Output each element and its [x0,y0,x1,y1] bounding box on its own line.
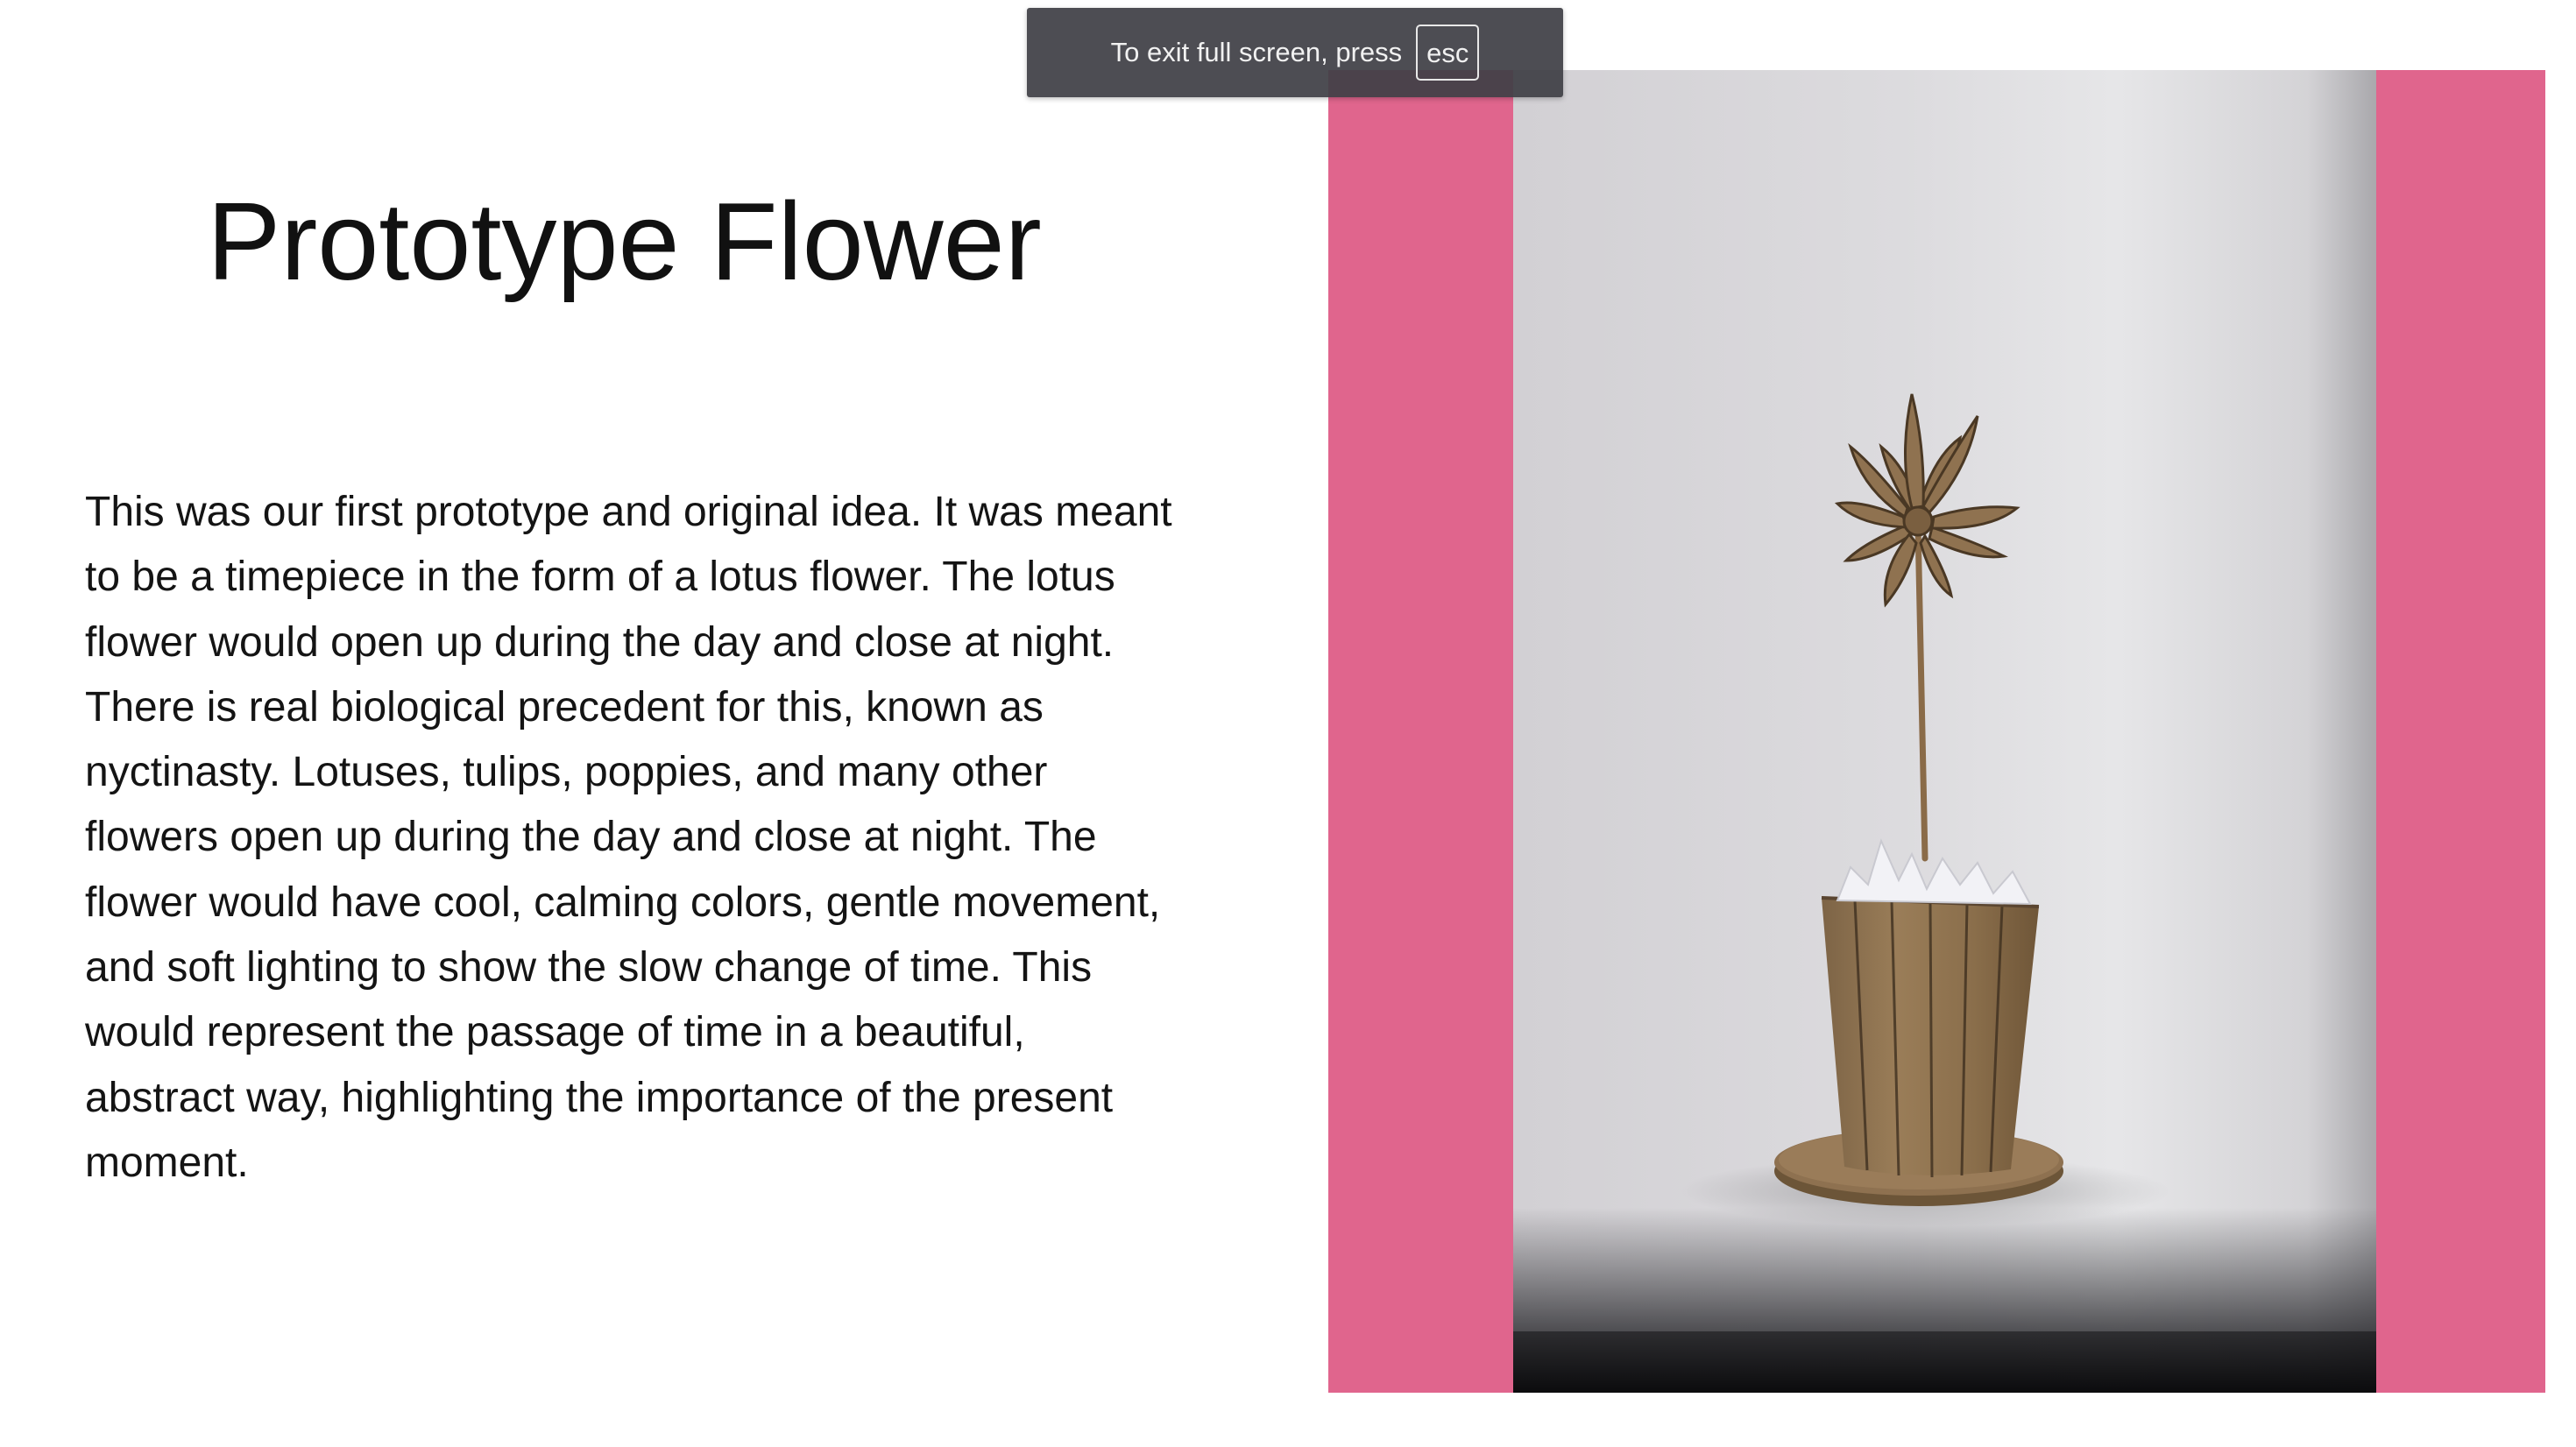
flower-illustration [1513,393,2376,1393]
slide-body-text: This was our first prototype and origina… [85,489,1172,1186]
fullscreen-notice-text: To exit full screen, press [1110,37,1403,67]
cardboard-flower-photo [1513,70,2376,1393]
slide-title: Prototype Flower [207,180,1042,303]
esc-key-badge: esc [1416,25,1480,81]
fullscreen-exit-notice: To exit full screen, press esc [1027,8,1563,97]
photo-frame [1328,70,2545,1393]
